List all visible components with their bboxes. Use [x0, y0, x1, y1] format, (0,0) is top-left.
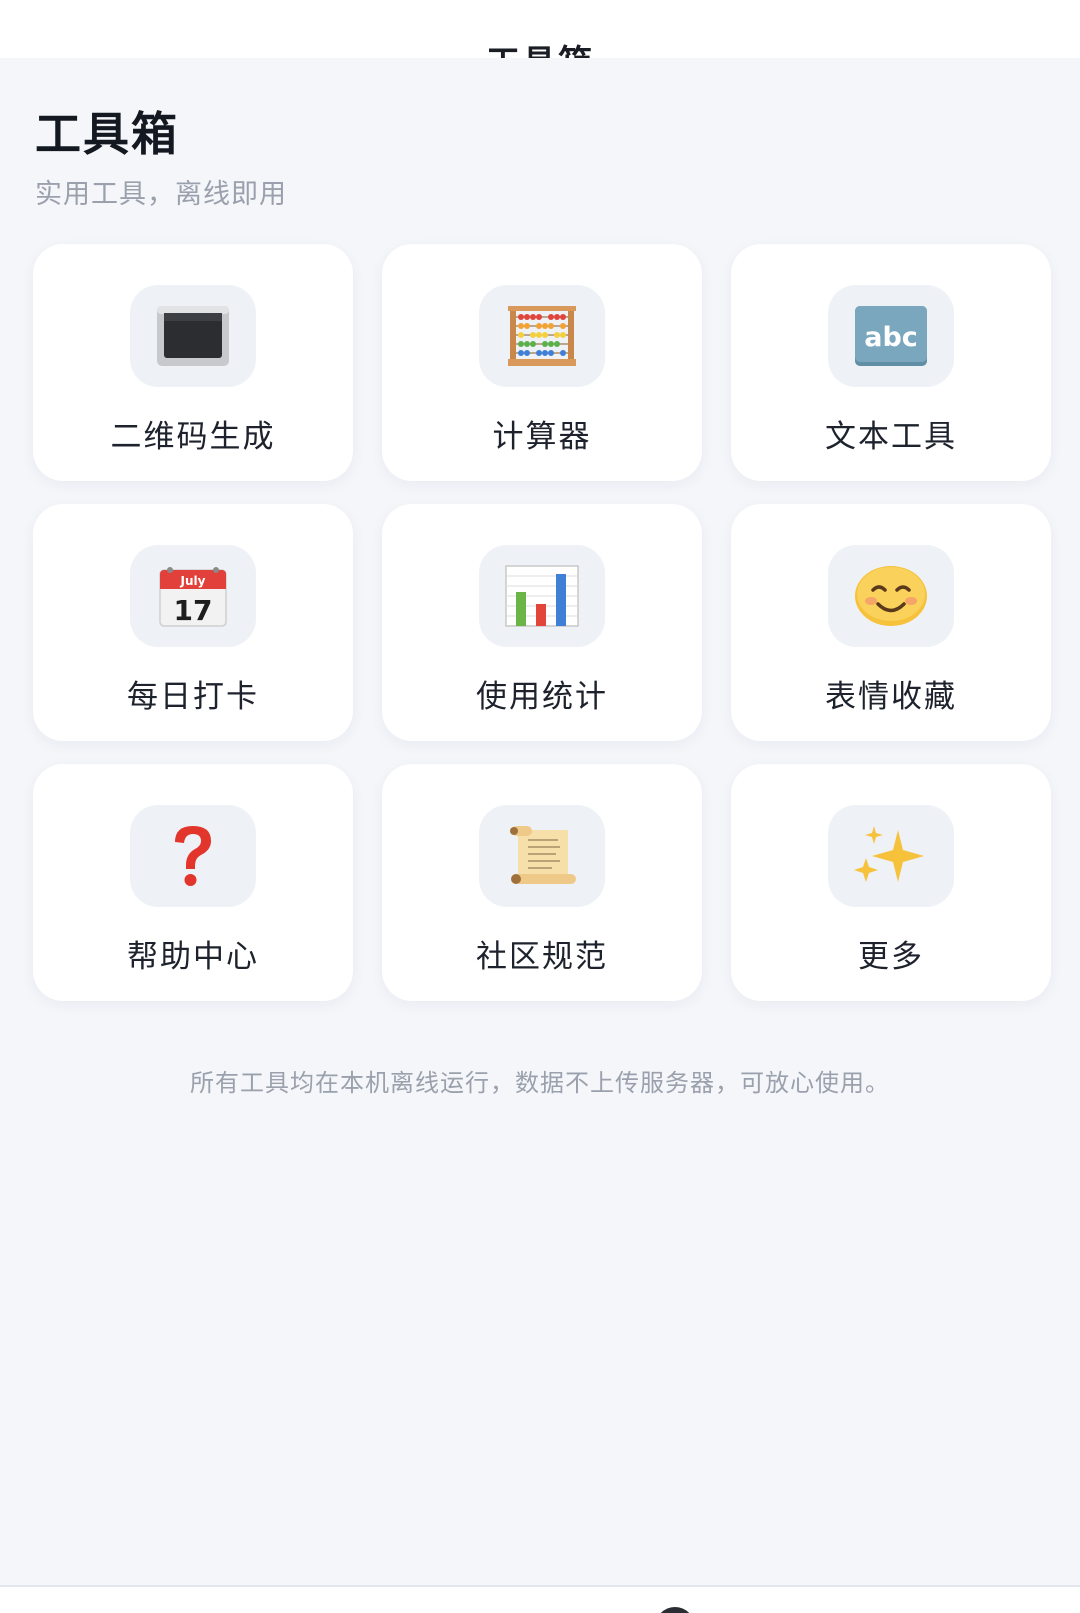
tool-tile-qrcode[interactable]: 二维码生成 [33, 244, 353, 481]
active-tab-indicator[interactable] [655, 1607, 695, 1613]
tile-label: 每日打卡 [127, 679, 259, 715]
tile-icon-container [479, 545, 605, 647]
tool-tile-text[interactable]: abc 文本工具 [731, 244, 1051, 481]
bar-chart-icon [505, 565, 579, 627]
terminal-screen-icon [157, 306, 229, 366]
tile-icon-container: July 17 [130, 545, 256, 647]
abacus-icon [508, 306, 576, 366]
navigation-bar: 工具箱 [0, 0, 1080, 58]
tool-tile-guidelines[interactable]: 社区规范 [382, 764, 702, 1001]
tile-label: 使用统计 [476, 679, 608, 715]
svg-text:abc: abc [864, 322, 918, 353]
app-root: 工具箱 工具箱 实用工具，离线即用 二维码生成 [0, 0, 1080, 1613]
page-title: 工具箱 [35, 107, 179, 161]
page-subtitle: 实用工具，离线即用 [35, 179, 287, 210]
calendar-icon: July 17 [159, 567, 227, 627]
tile-label: 文本工具 [825, 419, 957, 455]
tile-label: 更多 [858, 939, 924, 975]
tile-icon-container [479, 805, 605, 907]
tool-tile-checkin[interactable]: July 17 每日打卡 [33, 504, 353, 741]
footer-note: 所有工具均在本机离线运行，数据不上传服务器，可放心使用。 [190, 1069, 890, 1097]
tool-tile-stats[interactable]: 使用统计 [382, 504, 702, 741]
tile-label: 计算器 [492, 419, 592, 455]
tile-label: 二维码生成 [110, 419, 276, 455]
tile-icon-container [828, 545, 954, 647]
sparkles-icon [854, 826, 924, 882]
tile-icon-container: abc [828, 285, 954, 387]
tool-tile-more[interactable]: 更多 [731, 764, 1051, 1001]
tile-icon-container [479, 285, 605, 387]
calendar-month-text: July [180, 574, 206, 588]
tile-label: 表情收藏 [825, 679, 957, 715]
question-mark-icon [175, 826, 211, 886]
abc-text-icon: abc [855, 306, 927, 366]
calendar-day-text: 17 [174, 594, 213, 627]
tool-tile-help[interactable]: 帮助中心 [33, 764, 353, 1001]
smiley-icon [855, 566, 927, 626]
bottom-tab-bar [0, 1585, 1080, 1613]
tool-tile-emoji[interactable]: 表情收藏 [731, 504, 1051, 741]
tool-grid: 二维码生成 计算器 abc 文本工具 July 17 每日打卡 使用统计 表情收… [33, 244, 1051, 1001]
tile-icon-container [828, 805, 954, 907]
tile-label: 帮助中心 [127, 939, 259, 975]
scroll-icon [510, 826, 576, 884]
tile-label: 社区规范 [476, 939, 608, 975]
nav-title: 工具箱 [486, 35, 594, 58]
tile-icon-container [130, 285, 256, 387]
tile-icon-container [130, 805, 256, 907]
tool-tile-calculator[interactable]: 计算器 [382, 244, 702, 481]
